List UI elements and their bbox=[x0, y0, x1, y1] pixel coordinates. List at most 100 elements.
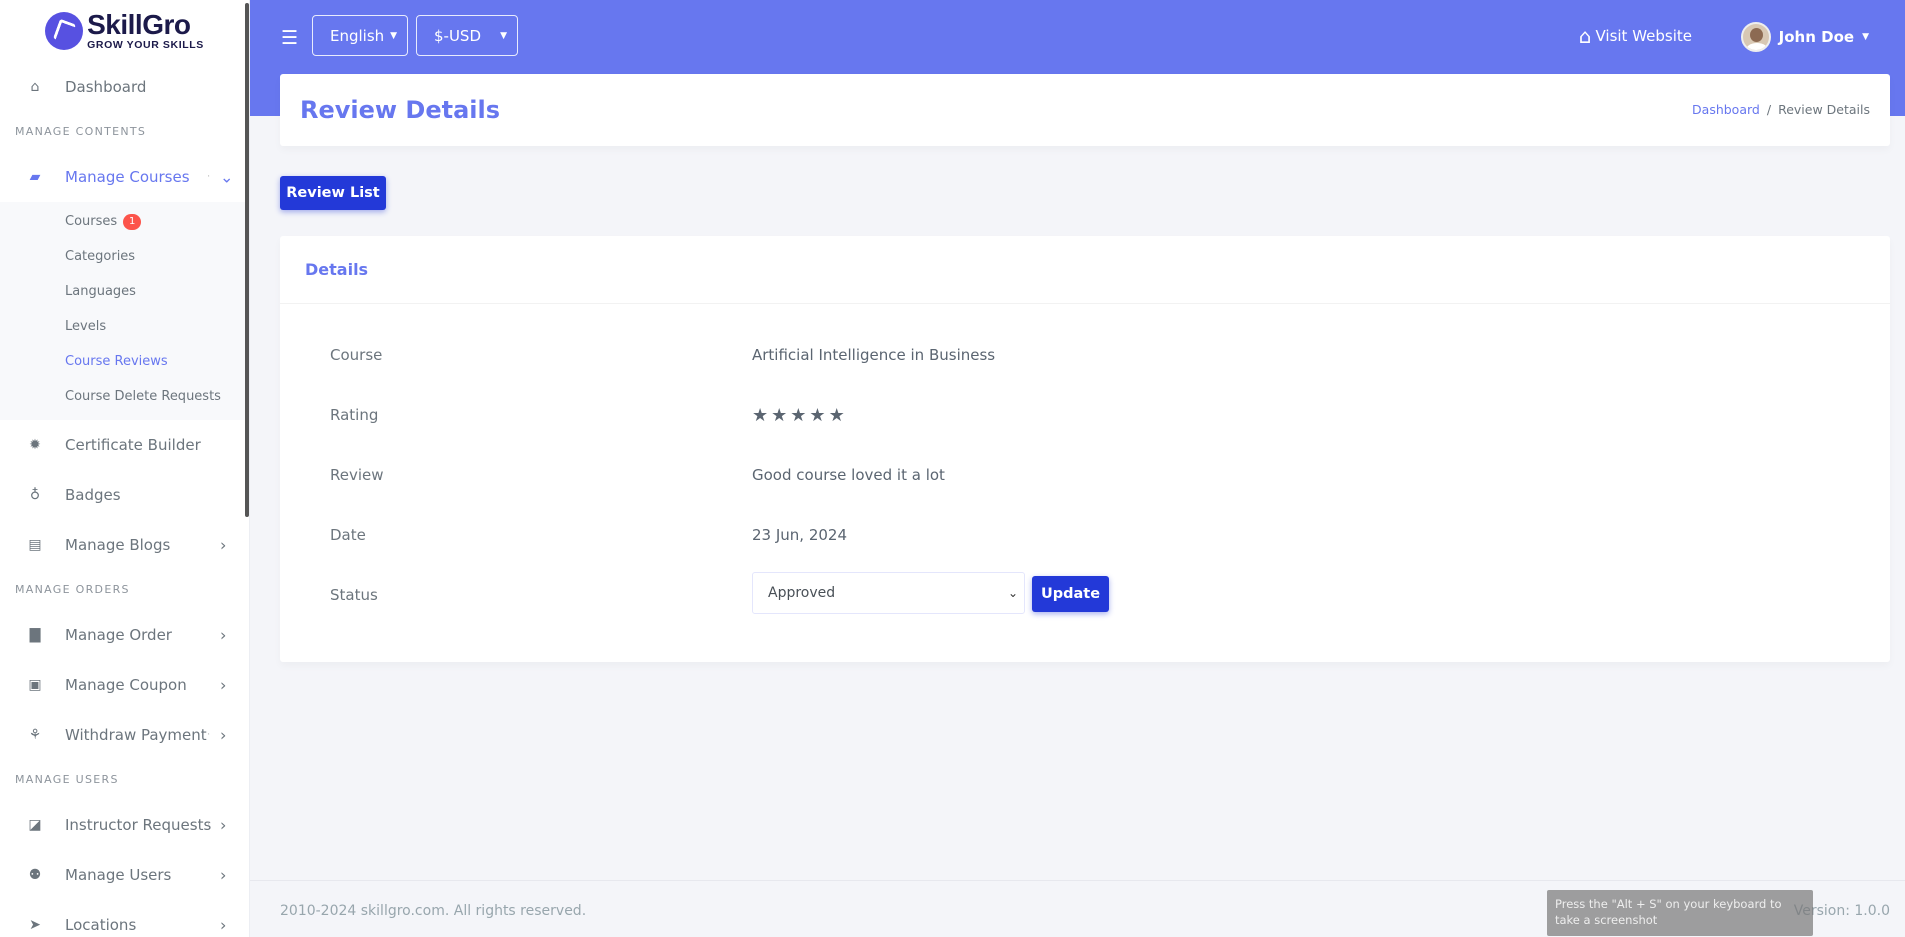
users-icon: ⚉ bbox=[28, 867, 42, 883]
screenshot-tooltip: Press the "Alt + S" on your keyboard to … bbox=[1547, 890, 1813, 936]
currency-value: $-USD bbox=[434, 26, 482, 45]
sidebar-item-instructor-requests[interactable]: ◪ Instructor Requests · › bbox=[0, 800, 249, 850]
status-label: Status bbox=[330, 586, 378, 604]
rating-stars: ★ ★ ★ ★ ★ bbox=[752, 405, 845, 426]
home-icon: ⌂ bbox=[1578, 24, 1592, 48]
chevron-right-icon: › bbox=[220, 865, 227, 885]
detail-row-review: Review Good course loved it a lot bbox=[280, 460, 1890, 490]
date-label: Date bbox=[330, 526, 366, 544]
sidebar-item-certificate-builder[interactable]: ✹ Certificate Builder bbox=[0, 420, 249, 470]
sidebar-item-label: Manage Users bbox=[65, 866, 172, 884]
star-icon: ★ bbox=[809, 404, 826, 426]
chevron-right-icon: › bbox=[220, 725, 227, 745]
language-value: English bbox=[330, 26, 385, 45]
chevron-right-icon: › bbox=[220, 535, 227, 555]
star-icon: ★ bbox=[828, 404, 845, 426]
details-card: Details Course Artificial Intelligence i… bbox=[280, 236, 1890, 662]
logo-icon bbox=[45, 12, 84, 50]
currency-select[interactable]: $-USD ▼ bbox=[416, 15, 518, 56]
sidebar-item-levels[interactable]: Levels bbox=[0, 309, 249, 344]
menu-header-users: MANAGE USERS bbox=[15, 773, 119, 786]
chevron-right-icon: › bbox=[220, 815, 227, 835]
rating-label: Rating bbox=[330, 406, 379, 424]
brand-tagline: GROW YOUR SKILLS bbox=[87, 39, 204, 52]
sidebar-item-languages[interactable]: Languages bbox=[0, 274, 249, 309]
sidebar-item-label: Courses bbox=[65, 214, 118, 229]
sidebar-item-course-delete-requests[interactable]: Course Delete Requests bbox=[0, 379, 249, 414]
menu-toggle-icon[interactable]: ☰ bbox=[281, 27, 298, 49]
sidebar-item-label: Certificate Builder bbox=[65, 436, 201, 454]
shopping-bag-icon: ▇ bbox=[29, 627, 41, 643]
dot-icon: · bbox=[207, 729, 211, 741]
sidebar-item-badges[interactable]: ♁ Badges bbox=[0, 470, 249, 520]
status-value: Approved bbox=[768, 585, 836, 601]
sidebar-item-label: Manage Order bbox=[65, 626, 172, 644]
sidebar-item-label: Locations bbox=[65, 916, 137, 934]
user-name: John Doe bbox=[1778, 28, 1855, 46]
course-label: Course bbox=[330, 346, 383, 364]
sidebar-item-label: Manage Blogs bbox=[65, 536, 171, 554]
update-button[interactable]: Update bbox=[1032, 576, 1109, 612]
user-menu[interactable]: John Doe ▼ bbox=[1740, 22, 1869, 52]
breadcrumb-dashboard-link[interactable]: Dashboard bbox=[1692, 102, 1760, 117]
sidebar: SkillGro GROW YOUR SKILLS ⌂ Dashboard MA… bbox=[0, 0, 250, 937]
star-icon: ★ bbox=[752, 404, 769, 426]
date-value: 23 Jun, 2024 bbox=[752, 526, 848, 544]
sidebar-item-label: Manage Coupon bbox=[65, 676, 187, 694]
detail-row-course: Course Artificial Intelligence in Busine… bbox=[280, 340, 1890, 370]
detail-row-rating: Rating ★ ★ ★ ★ ★ bbox=[280, 400, 1890, 430]
copyright-text: 2010-2024 skillgro.com. All rights reser… bbox=[280, 903, 587, 919]
dot-icon: · bbox=[207, 171, 211, 183]
review-list-button[interactable]: Review List bbox=[280, 176, 386, 210]
review-value: Good course loved it a lot bbox=[752, 466, 945, 484]
sidebar-item-manage-courses[interactable]: ▰ Manage Courses · ⌄ bbox=[0, 152, 249, 202]
star-icon: ★ bbox=[790, 404, 807, 426]
language-select[interactable]: English ▼ bbox=[312, 15, 408, 56]
visit-website-label: Visit Website bbox=[1595, 27, 1692, 45]
sidebar-item-locations[interactable]: ➤ Locations › bbox=[0, 900, 249, 937]
breadcrumb: Dashboard / Review Details bbox=[1692, 102, 1870, 117]
caret-down-icon: ▼ bbox=[390, 30, 397, 41]
newspaper-icon: ▤ bbox=[28, 537, 42, 553]
status-select[interactable]: Approved ⌄ bbox=[752, 572, 1025, 614]
hand-holding-dollar-icon: ⚘ bbox=[28, 727, 42, 743]
sidebar-item-course-reviews[interactable]: Course Reviews bbox=[0, 344, 249, 379]
chevron-down-icon: ⌄ bbox=[220, 167, 234, 187]
sidebar-item-categories[interactable]: Categories bbox=[0, 239, 249, 274]
star-icon: ★ bbox=[771, 404, 788, 426]
sidebar-scrollbar[interactable] bbox=[245, 3, 249, 517]
sidebar-item-label: Manage Courses bbox=[65, 168, 190, 186]
sidebar-item-label: Badges bbox=[65, 486, 121, 504]
sidebar-item-dashboard[interactable]: ⌂ Dashboard bbox=[0, 62, 249, 112]
submenu-courses: Courses 1 Categories Languages Levels Co… bbox=[0, 202, 249, 420]
breadcrumb-separator: / bbox=[1766, 102, 1772, 117]
money-bill-icon: ▣ bbox=[28, 677, 42, 693]
chevron-right-icon: › bbox=[220, 625, 227, 645]
sidebar-item-manage-order[interactable]: ▇ Manage Order › bbox=[0, 610, 249, 660]
sidebar-item-manage-users[interactable]: ⚉ Manage Users › bbox=[0, 850, 249, 900]
certificate-icon: ✹ bbox=[29, 437, 41, 453]
review-label: Review bbox=[330, 466, 384, 484]
sidebar-item-withdraw-payment[interactable]: ⚘ Withdraw Payment · › bbox=[0, 710, 249, 760]
chevron-right-icon: › bbox=[220, 675, 227, 695]
sidebar-item-label: Dashboard bbox=[65, 78, 147, 96]
brand-logo[interactable]: SkillGro GROW YOUR SKILLS bbox=[0, 0, 249, 62]
detail-row-date: Date 23 Jun, 2024 bbox=[280, 520, 1890, 550]
avatar bbox=[1740, 22, 1771, 52]
menu-header-orders: MANAGE ORDERS bbox=[15, 583, 130, 596]
chevron-right-icon: › bbox=[220, 915, 227, 935]
location-arrow-icon: ➤ bbox=[29, 917, 41, 933]
course-value: Artificial Intelligence in Business bbox=[752, 346, 996, 364]
brand-name: SkillGro bbox=[87, 9, 191, 41]
sidebar-item-manage-coupon[interactable]: ▣ Manage Coupon › bbox=[0, 660, 249, 710]
visit-website-link[interactable]: ⌂ Visit Website bbox=[1579, 24, 1692, 48]
sidebar-item-courses[interactable]: Courses 1 bbox=[0, 204, 249, 239]
sidebar-item-manage-blogs[interactable]: ▤ Manage Blogs › bbox=[0, 520, 249, 570]
breadcrumb-current: Review Details bbox=[1778, 102, 1870, 117]
count-badge: 1 bbox=[123, 213, 142, 230]
award-icon: ♁ bbox=[29, 487, 41, 503]
sidebar-item-label: Withdraw Payment bbox=[65, 726, 207, 744]
page-title: Review Details bbox=[300, 96, 501, 124]
graduation-cap-icon: ▰ bbox=[29, 169, 41, 185]
chevron-down-icon: ⌄ bbox=[1007, 586, 1018, 600]
